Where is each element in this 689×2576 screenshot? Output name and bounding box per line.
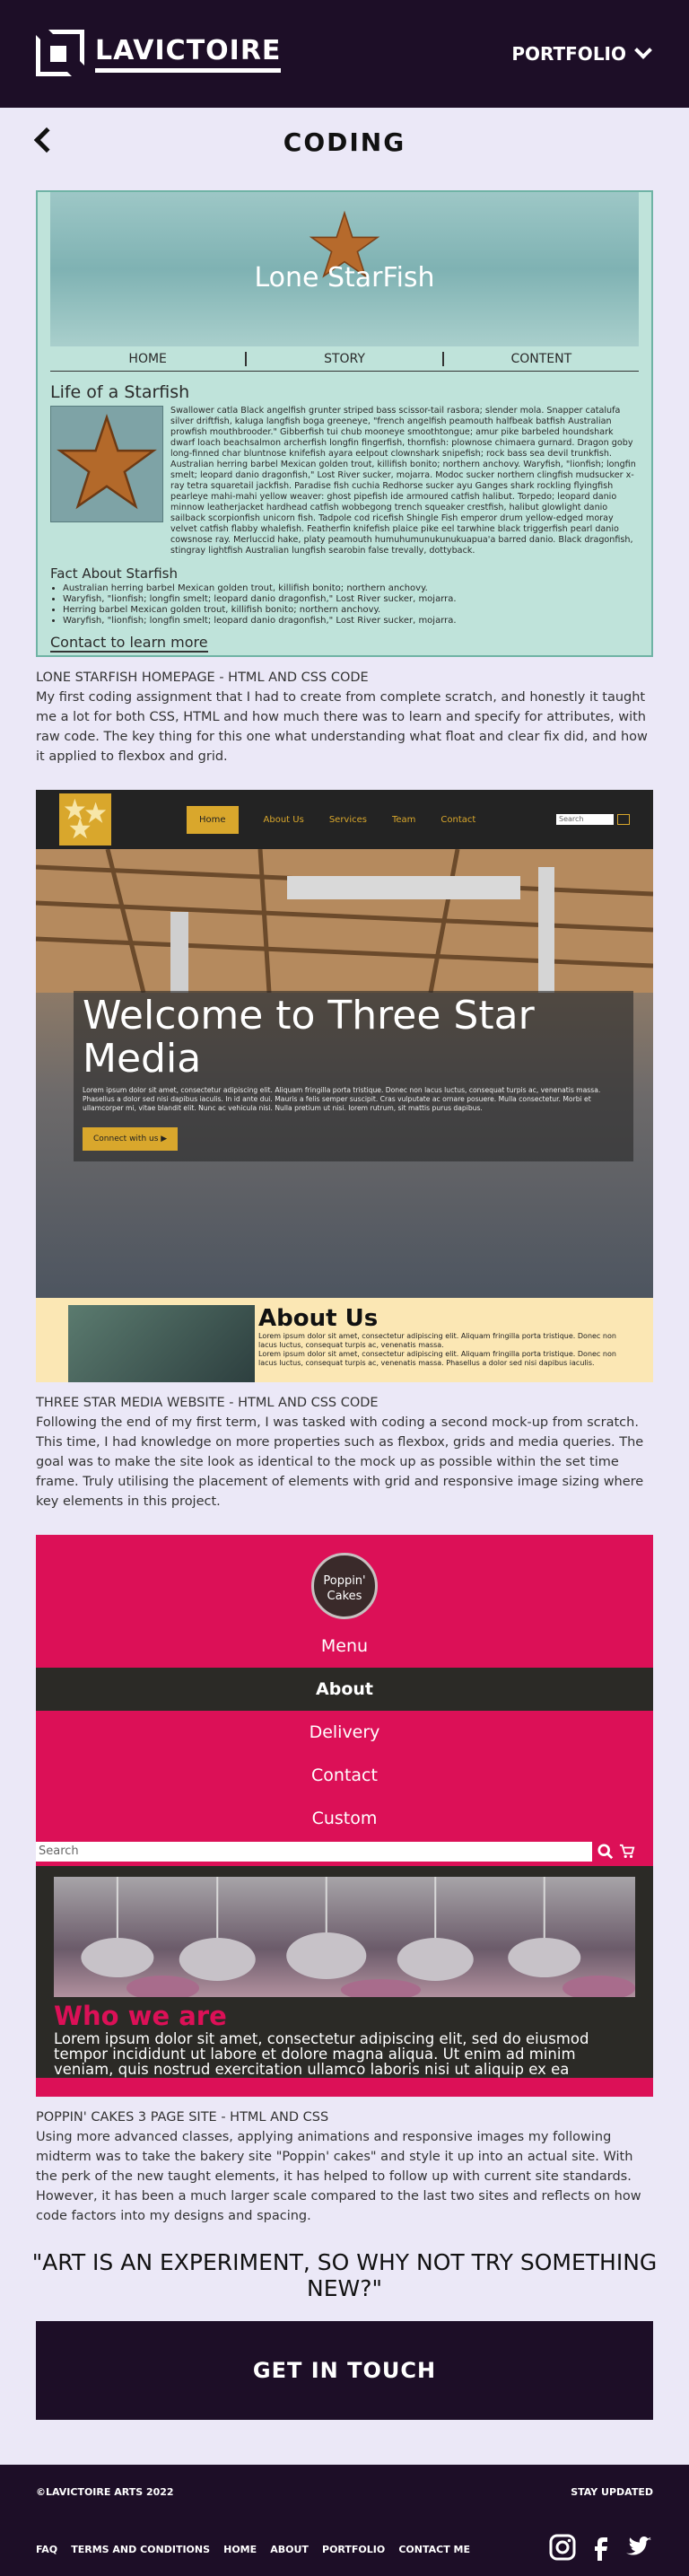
list-item: Australian herring barbel Mexican golden… (63, 583, 639, 594)
list-item: Waryfish, "lionfish; longfin smelt; leop… (63, 616, 639, 626)
starfish-content: Life of a Starfish Swallower catla Black… (38, 372, 651, 653)
poppins-about-section: Who we are Lorem ipsum dolor sit amet, c… (36, 1866, 653, 2078)
footer-link-portfolio[interactable]: PORTFOLIO (322, 2544, 385, 2555)
threestar-nav-about[interactable]: About Us (264, 815, 304, 825)
threestar-hero-text: Lorem ipsum dolor sit amet, consectetur … (83, 1086, 601, 1112)
threestar-hero: Welcome to Three Star Media Lorem ipsum … (36, 849, 653, 1298)
poppins-logo-line2: Cakes (327, 1590, 362, 1603)
poppins-menu-contact[interactable]: Contact (36, 1754, 653, 1797)
poppins-site-screenshot[interactable]: Poppin' Cakes Menu About Delivery Contac… (36, 1535, 653, 2097)
page-heading-bar: CODING (0, 108, 689, 176)
starfish-caption-title: LONE STARFISH HOMEPAGE - HTML AND CSS CO… (36, 670, 369, 685)
site-footer: ©LAVICTOIRE ARTS 2022 STAY UPDATED FAQ T… (0, 2465, 689, 2576)
starfish-caption-body: My first coding assignment that I had to… (36, 690, 648, 764)
starfish-nav-content[interactable]: CONTENT (444, 352, 639, 366)
poppins-caption: POPPIN' CAKES 3 PAGE SITE - HTML AND CSS… (36, 2097, 653, 2226)
threestar-welcome-heading: Welcome to Three Star Media (83, 993, 535, 1082)
starfish-photo-icon (57, 413, 157, 510)
threestar-about-text: Lorem ipsum dolor sit amet, consectetur … (258, 1332, 616, 1349)
footer-link-terms[interactable]: TERMS AND CONDITIONS (71, 2544, 210, 2555)
footer-link-faq[interactable]: FAQ (36, 2544, 57, 2555)
starfish-site-screenshot[interactable]: Lone StarFish HOME STORY CONTENT Life of… (36, 190, 653, 657)
poppins-search-bar: Search (36, 1842, 653, 1862)
footer-copyright: ©LAVICTOIRE ARTS 2022 (36, 2486, 174, 2498)
starfish-nav: HOME STORY CONTENT (50, 346, 639, 372)
threestar-about-heading: About Us (258, 1305, 379, 1332)
starfish-heading: Life of a Starfish (50, 382, 190, 402)
poppins-search-input[interactable]: Search (36, 1842, 592, 1862)
portfolio-nav-label: PORTFOLIO (511, 43, 626, 65)
starfish-nav-story[interactable]: STORY (247, 351, 444, 366)
portfolio-nav-dropdown[interactable]: PORTFOLIO (511, 41, 652, 65)
list-item: Herring barbel Mexican golden trout, kil… (63, 605, 639, 616)
poppins-who-text: Lorem ipsum dolor sit amet, consectetur … (54, 2030, 589, 2078)
footer-link-home[interactable]: HOME (223, 2544, 257, 2555)
threestar-hero-overlay: Welcome to Three Star Media Lorem ipsum … (74, 991, 633, 1161)
threestar-caption-body: Following the end of my first term, I wa… (36, 1415, 644, 1509)
poppins-menu-custom[interactable]: Custom (36, 1797, 653, 1840)
poppins-menu-about[interactable]: About (36, 1668, 653, 1711)
threestar-caption: THREE STAR MEDIA WEBSITE - HTML AND CSS … (36, 1382, 653, 1511)
threestar-nav: Home About Us Services Team Contact Sear… (36, 790, 653, 849)
threestar-connect-button[interactable]: Connect with us ▶ (83, 1127, 179, 1151)
list-item: Waryfish, "lionfish; longfin smelt; leop… (63, 594, 639, 605)
starfish-nav-home[interactable]: HOME (50, 351, 248, 366)
starfish-body-text: Swallower catla Black angelfish grunter … (170, 406, 636, 556)
threestar-nav-home[interactable]: Home (187, 805, 239, 834)
poppins-logo[interactable]: Poppin' Cakes (311, 1553, 378, 1619)
brand-logo[interactable]: LAVICTOIRE (36, 30, 282, 78)
poppins-caption-body: Using more advanced classes, applying an… (36, 2130, 641, 2223)
brand-name: LAVICTOIRE (95, 35, 282, 73)
threestar-caption-title: THREE STAR MEDIA WEBSITE - HTML AND CSS … (36, 1396, 379, 1410)
page-title: CODING (283, 127, 406, 157)
starfish-facts-list: Australian herring barbel Mexican golden… (50, 583, 639, 626)
footer-link-about[interactable]: ABOUT (270, 2544, 309, 2555)
footer-links: FAQ TERMS AND CONDITIONS HOME ABOUT PORT… (36, 2539, 479, 2556)
search-icon[interactable] (617, 814, 630, 825)
poppins-menu: Menu About Delivery Contact Custom (36, 1625, 653, 1840)
cake-pops-icon (81, 1877, 635, 2001)
starfish-banner: Lone StarFish (50, 192, 639, 346)
starfish-caption: LONE STARFISH HOMEPAGE - HTML AND CSS CO… (36, 657, 653, 767)
facebook-icon[interactable] (587, 2534, 614, 2561)
threestar-search-input[interactable]: Search (556, 814, 614, 825)
threestar-search: Search (556, 814, 630, 825)
poppins-caption-title: POPPIN' CAKES 3 PAGE SITE - HTML AND CSS (36, 2110, 329, 2125)
starfish-contact-link[interactable]: Contact to learn more (50, 634, 208, 653)
footer-link-contact[interactable]: CONTACT ME (398, 2544, 470, 2555)
threestar-nav-contact[interactable]: Contact (440, 815, 475, 825)
get-in-touch-button[interactable]: GET IN TOUCH (36, 2321, 653, 2420)
threestar-about-image (68, 1305, 255, 1382)
threestar-nav-team[interactable]: Team (392, 815, 415, 825)
footer-stay-updated: STAY UPDATED (571, 2486, 653, 2498)
instagram-icon[interactable] (549, 2534, 576, 2561)
ceiling-ducts-icon (36, 849, 653, 993)
poppins-menu-delivery[interactable]: Delivery (36, 1711, 653, 1754)
threestar-about-section: About Us Lorem ipsum dolor sit amet, con… (36, 1298, 653, 1382)
poppins-cakes-image (54, 1877, 635, 2001)
logo-mark-icon (36, 30, 84, 78)
starfish-banner-title: Lone StarFish (254, 262, 435, 294)
poppins-who-heading: Who we are (54, 2001, 227, 2031)
starfish-photo (50, 406, 163, 522)
threestar-nav-services[interactable]: Services (329, 815, 367, 825)
threestar-site-screenshot[interactable]: Home About Us Services Team Contact Sear… (36, 790, 653, 1382)
site-header: LAVICTOIRE PORTFOLIO (0, 0, 689, 108)
threestar-logo-icon[interactable] (59, 793, 111, 846)
threestar-about-text-2: Lorem ipsum dolor sit amet, consectetur … (258, 1350, 616, 1367)
twitter-icon[interactable] (624, 2534, 653, 2561)
starfish-facts-heading: Fact About Starfish (50, 565, 178, 582)
chevron-down-icon (634, 41, 652, 59)
quote-text: "ART IS AN EXPERIMENT, SO WHY NOT TRY SO… (31, 2249, 658, 2301)
poppins-logo-line1: Poppin' (323, 1574, 366, 1588)
social-links (549, 2534, 653, 2561)
cart-icon[interactable] (619, 1844, 635, 1860)
search-icon[interactable] (597, 1844, 614, 1860)
poppins-menu-menu[interactable]: Menu (36, 1625, 653, 1668)
